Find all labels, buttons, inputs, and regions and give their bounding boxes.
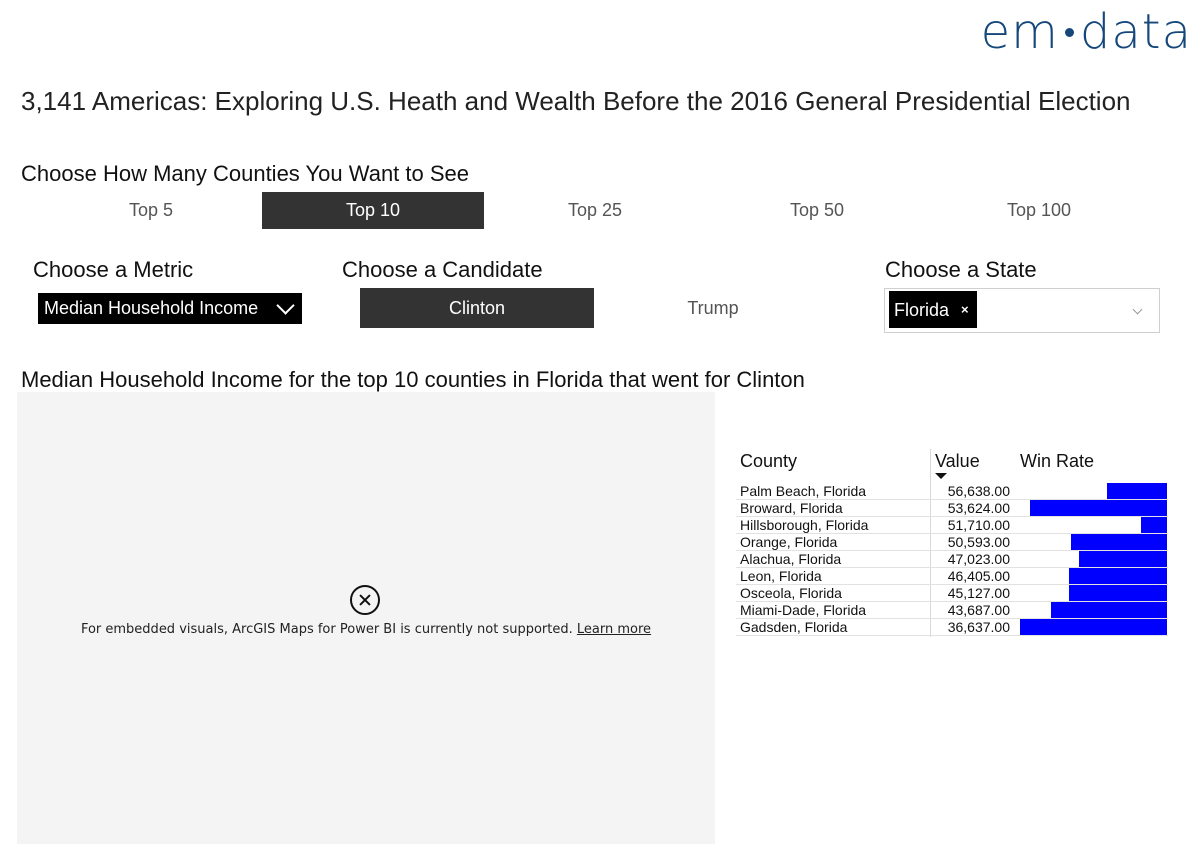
win-rate-bar: [1068, 585, 1167, 601]
logo-dot: [1064, 27, 1074, 37]
cell-county: Miami-Dade, Florida: [740, 602, 867, 618]
logo-text-data: data: [1079, 4, 1192, 60]
table-row[interactable]: Gadsden, Florida 36,637.00: [736, 619, 1168, 636]
county-table: County Value Win Rate Palm Beach, Florid…: [736, 449, 1168, 637]
map-message-text: For embedded visuals, ArcGIS Maps for Po…: [80, 622, 573, 637]
metric-dropdown[interactable]: Median Household Income: [38, 293, 302, 324]
sort-descending-icon: [935, 473, 947, 479]
table-header: County Value Win Rate: [736, 449, 1168, 483]
win-rate-bar: [1078, 551, 1167, 567]
emdata-logo: em data: [981, 6, 1192, 58]
column-header-county[interactable]: County: [740, 451, 797, 472]
win-rate-bar: [1030, 500, 1167, 516]
table-row[interactable]: Orange, Florida 50,593.00: [736, 534, 1168, 551]
cell-county: Osceola, Florida: [740, 585, 842, 601]
logo-text-em: em: [980, 4, 1059, 60]
win-rate-bar-track: [1020, 483, 1167, 499]
state-dropdown[interactable]: Florida ×: [884, 288, 1160, 333]
column-header-value[interactable]: Value: [935, 451, 980, 472]
table-row[interactable]: Leon, Florida 46,405.00: [736, 568, 1168, 585]
remove-tag-icon[interactable]: ×: [961, 292, 969, 328]
chevron-down-icon: [1132, 304, 1143, 315]
learn-more-link[interactable]: Learn more: [577, 622, 651, 637]
table-body: Palm Beach, Florida 56,638.00 Broward, Flo…: [736, 483, 1168, 636]
state-label: Choose a State: [885, 257, 1037, 282]
map-unsupported-message: For embedded visuals, ArcGIS Maps for Po…: [17, 622, 715, 637]
win-rate-bar-track: [1020, 534, 1167, 550]
cell-county: Orange, Florida: [740, 534, 838, 550]
win-rate-bar: [1071, 534, 1167, 550]
count-option-top-100[interactable]: Top 100: [928, 192, 1150, 229]
count-option-top-50[interactable]: Top 50: [706, 192, 928, 229]
cell-county: Palm Beach, Florida: [740, 483, 867, 499]
count-slicer-label: Choose How Many Counties You Want to See: [21, 161, 470, 186]
column-header-win-rate[interactable]: Win Rate: [1020, 451, 1094, 472]
win-rate-bar-track: [1020, 585, 1167, 601]
win-rate-bar-track: [1020, 602, 1167, 618]
cell-value: 45,127.00: [947, 585, 1010, 601]
cell-value: 53,624.00: [947, 500, 1010, 516]
cell-county: Hillsborough, Florida: [740, 517, 869, 533]
win-rate-bar: [1106, 483, 1167, 499]
count-option-top-25[interactable]: Top 25: [484, 192, 706, 229]
cell-value: 56,638.00: [947, 483, 1010, 499]
cell-value: 43,687.00: [947, 602, 1010, 618]
cell-value: 36,637.00: [947, 619, 1010, 635]
map-visual-placeholder: For embedded visuals, ArcGIS Maps for Po…: [17, 392, 715, 844]
cell-county: Alachua, Florida: [740, 551, 842, 567]
table-row[interactable]: Osceola, Florida 45,127.00: [736, 585, 1168, 602]
error-circle-x-icon: [350, 585, 380, 615]
cell-value: 50,593.00: [947, 534, 1010, 550]
page-title: 3,141 Americas: Exploring U.S. Heath and…: [21, 86, 1131, 116]
cell-county: Broward, Florida: [740, 500, 843, 516]
count-option-top-5[interactable]: Top 5: [40, 192, 262, 229]
win-rate-bar: [1140, 517, 1167, 533]
chevron-down-icon: [276, 296, 295, 315]
metric-selected-value: Median Household Income: [44, 298, 259, 318]
table-row[interactable]: Hillsborough, Florida 51,710.00: [736, 517, 1168, 534]
table-row[interactable]: Alachua, Florida 47,023.00: [736, 551, 1168, 568]
candidate-label: Choose a Candidate: [342, 257, 543, 282]
cell-value: 46,405.00: [947, 568, 1010, 584]
cell-value: 51,710.00: [947, 517, 1010, 533]
win-rate-bar-track: [1020, 500, 1167, 516]
table-row[interactable]: Broward, Florida 53,624.00: [736, 500, 1168, 517]
win-rate-bar: [1068, 568, 1167, 584]
candidate-option-trump[interactable]: Trump: [596, 288, 830, 328]
table-row[interactable]: Miami-Dade, Florida 43,687.00: [736, 602, 1168, 619]
cell-county: Gadsden, Florida: [740, 619, 848, 635]
win-rate-bar-track: [1020, 619, 1167, 635]
win-rate-bar-track: [1020, 568, 1167, 584]
win-rate-bar-track: [1020, 517, 1167, 533]
win-rate-bar: [1050, 602, 1167, 618]
metric-label: Choose a Metric: [33, 257, 194, 282]
win-rate-bar: [1020, 619, 1167, 635]
chart-title: Median Household Income for the top 10 c…: [21, 367, 805, 392]
state-tag-label: Florida: [894, 299, 950, 320]
cell-county: Leon, Florida: [740, 568, 822, 584]
count-option-top-10[interactable]: Top 10: [262, 192, 484, 229]
state-tag: Florida ×: [889, 291, 977, 328]
cell-value: 47,023.00: [947, 551, 1010, 567]
count-slicer: Top 5 Top 10 Top 25 Top 50 Top 100: [40, 192, 1150, 229]
win-rate-bar-track: [1020, 551, 1167, 567]
candidate-option-clinton[interactable]: Clinton: [360, 288, 594, 328]
table-row[interactable]: Palm Beach, Florida 56,638.00: [736, 483, 1168, 500]
